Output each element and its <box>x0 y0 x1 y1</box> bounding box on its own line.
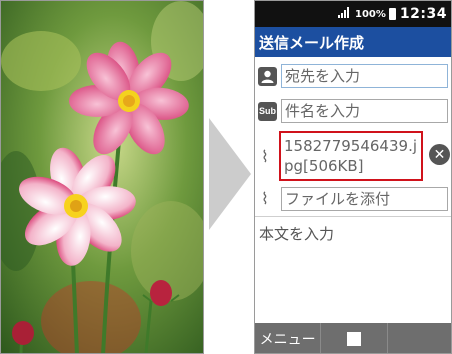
person-icon <box>258 66 277 86</box>
body-input[interactable]: 本文を入力 <box>259 223 334 244</box>
paperclip-icon: ⌇ <box>261 189 269 208</box>
right-softkey[interactable] <box>388 323 451 353</box>
attached-photo-preview <box>0 0 204 354</box>
subject-field-row: Sub 件名を入力 <box>255 98 451 124</box>
arrow-right-icon <box>209 118 251 230</box>
center-softkey[interactable] <box>321 323 388 353</box>
to-field-row: 宛先を入力 <box>255 63 451 89</box>
person-glyph-icon <box>261 70 274 83</box>
signal-bars-icon <box>338 7 350 18</box>
divider <box>255 216 451 217</box>
to-input[interactable]: 宛先を入力 <box>281 64 448 88</box>
screen-title-bar: 送信メール作成 <box>255 27 451 57</box>
close-icon: ✕ <box>433 146 446 163</box>
paperclip-icon: ⌇ <box>261 147 269 166</box>
signal-icon <box>338 7 352 21</box>
softkey-bar: メニュー <box>255 323 451 353</box>
square-icon <box>346 332 361 346</box>
subject-icon-label: Sub <box>259 106 276 116</box>
menu-softkey[interactable]: メニュー <box>255 323 322 353</box>
menu-softkey-label: メニュー <box>259 332 316 348</box>
battery-percent: 100% <box>355 8 386 20</box>
mail-compose-screen: 100% 12:34 送信メール作成 宛先を入力 Sub 件名を入力 ⌇ 158… <box>254 0 452 354</box>
subject-icon: Sub <box>258 101 277 121</box>
subject-input[interactable]: 件名を入力 <box>281 99 448 123</box>
battery-icon <box>388 8 396 20</box>
cosmos-flower-photo <box>1 1 203 353</box>
attached-file-item[interactable]: 1582779546439.jpg[506KB] <box>279 131 423 181</box>
screen-title: 送信メール作成 <box>259 33 365 52</box>
status-bar: 100% 12:34 <box>255 1 451 27</box>
clock: 12:34 <box>399 6 447 22</box>
add-attachment-input[interactable]: ファイルを添付 <box>281 187 448 211</box>
remove-attachment-button[interactable]: ✕ <box>429 144 450 165</box>
